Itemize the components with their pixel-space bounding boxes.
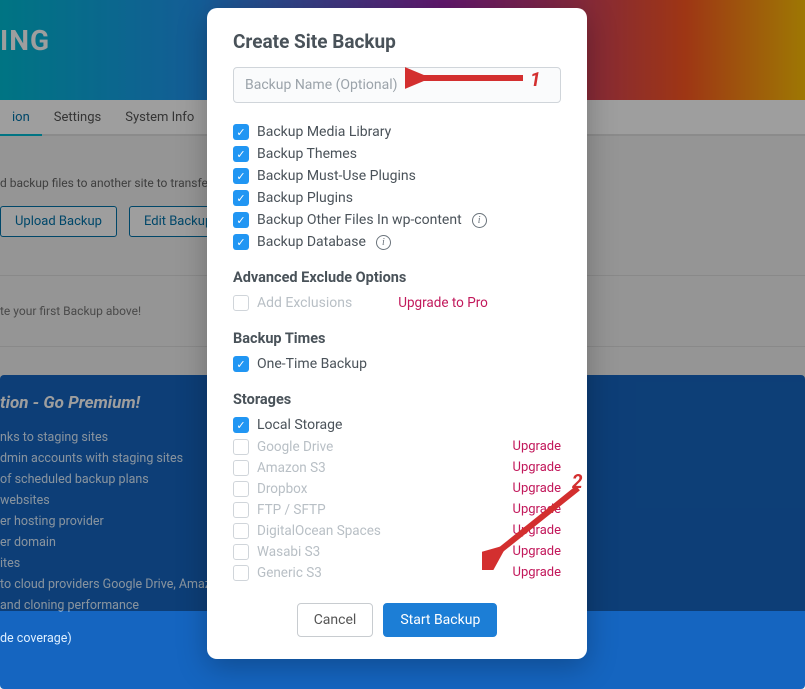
upgrade-link[interactable]: Upgrade xyxy=(513,544,561,559)
storage-label: Dropbox xyxy=(257,481,387,497)
checkbox-icon: ✓ xyxy=(233,417,249,433)
upgrade-link[interactable]: Upgrade xyxy=(513,439,561,454)
storage-label: Google Drive xyxy=(257,439,387,455)
backup-times-heading: Backup Times xyxy=(233,330,561,347)
upgrade-link[interactable]: Upgrade xyxy=(513,523,561,538)
storage-dropbox: Dropbox Upgrade xyxy=(233,478,561,499)
checkbox-icon: ✓ xyxy=(233,212,249,228)
checkbox-icon xyxy=(233,295,249,311)
info-icon[interactable]: i xyxy=(472,213,487,228)
add-exclusions-row: Add Exclusions Upgrade to Pro xyxy=(233,292,561,314)
advanced-heading: Advanced Exclude Options xyxy=(233,269,561,286)
storage-google-drive: Google Drive Upgrade xyxy=(233,436,561,457)
checkbox-icon xyxy=(233,544,249,560)
checkbox-icon xyxy=(233,439,249,455)
backup-name-input[interactable] xyxy=(233,67,561,103)
storage-wasabi-s3: Wasabi S3 Upgrade xyxy=(233,541,561,562)
upgrade-link[interactable]: Upgrade xyxy=(513,481,561,496)
upgrade-link[interactable]: Upgrade xyxy=(513,460,561,475)
option-themes[interactable]: ✓ Backup Themes xyxy=(233,143,561,165)
checkbox-icon: ✓ xyxy=(233,146,249,162)
option-label: Backup Media Library xyxy=(257,124,391,140)
checkbox-icon xyxy=(233,481,249,497)
option-label: Backup Database xyxy=(257,234,366,250)
option-must-use-plugins[interactable]: ✓ Backup Must-Use Plugins xyxy=(233,165,561,187)
storage-label: Wasabi S3 xyxy=(257,544,387,560)
checkbox-icon xyxy=(233,565,249,581)
modal-actions: Cancel Start Backup xyxy=(233,603,561,637)
start-backup-button[interactable]: Start Backup xyxy=(383,603,497,637)
option-media-library[interactable]: ✓ Backup Media Library xyxy=(233,121,561,143)
storage-label: DigitalOcean Spaces xyxy=(257,523,387,539)
option-plugins[interactable]: ✓ Backup Plugins xyxy=(233,187,561,209)
annotation-number-2: 2 xyxy=(572,470,583,493)
upgrade-to-pro-link[interactable]: Upgrade to Pro xyxy=(398,295,488,311)
storage-label: Generic S3 xyxy=(257,565,387,581)
storage-amazon-s3: Amazon S3 Upgrade xyxy=(233,457,561,478)
option-label: Backup Other Files In wp-content xyxy=(257,212,462,228)
checkbox-icon: ✓ xyxy=(233,190,249,206)
checkbox-icon xyxy=(233,523,249,539)
modal-title: Create Site Backup xyxy=(233,30,561,53)
checkbox-icon xyxy=(233,460,249,476)
checkbox-icon: ✓ xyxy=(233,124,249,140)
option-label: Backup Themes xyxy=(257,146,357,162)
checkbox-icon: ✓ xyxy=(233,356,249,372)
checkbox-icon: ✓ xyxy=(233,168,249,184)
storage-label: Amazon S3 xyxy=(257,460,387,476)
checkbox-icon: ✓ xyxy=(233,234,249,250)
cancel-button[interactable]: Cancel xyxy=(297,603,374,637)
storages-heading: Storages xyxy=(233,391,561,408)
option-label: One-Time Backup xyxy=(257,356,367,372)
storage-digitalocean-spaces: DigitalOcean Spaces Upgrade xyxy=(233,520,561,541)
storage-local[interactable]: ✓ Local Storage xyxy=(233,414,561,436)
storage-label: FTP / SFTP xyxy=(257,502,387,518)
upgrade-link[interactable]: Upgrade xyxy=(513,565,561,580)
storage-ftp-sftp: FTP / SFTP Upgrade xyxy=(233,499,561,520)
storage-generic-s3: Generic S3 Upgrade xyxy=(233,562,561,583)
option-database[interactable]: ✓ Backup Database i xyxy=(233,231,561,253)
upgrade-link[interactable]: Upgrade xyxy=(513,502,561,517)
storage-label: Local Storage xyxy=(257,417,342,433)
one-time-backup-option[interactable]: ✓ One-Time Backup xyxy=(233,353,561,375)
annotation-number-1: 1 xyxy=(530,68,541,91)
option-label: Backup Plugins xyxy=(257,190,353,206)
option-other-files[interactable]: ✓ Backup Other Files In wp-content i xyxy=(233,209,561,231)
add-exclusions-label: Add Exclusions xyxy=(257,295,352,311)
create-backup-modal: Create Site Backup ✓ Backup Media Librar… xyxy=(207,8,587,659)
option-label: Backup Must-Use Plugins xyxy=(257,168,416,184)
checkbox-icon xyxy=(233,502,249,518)
info-icon[interactable]: i xyxy=(376,235,391,250)
